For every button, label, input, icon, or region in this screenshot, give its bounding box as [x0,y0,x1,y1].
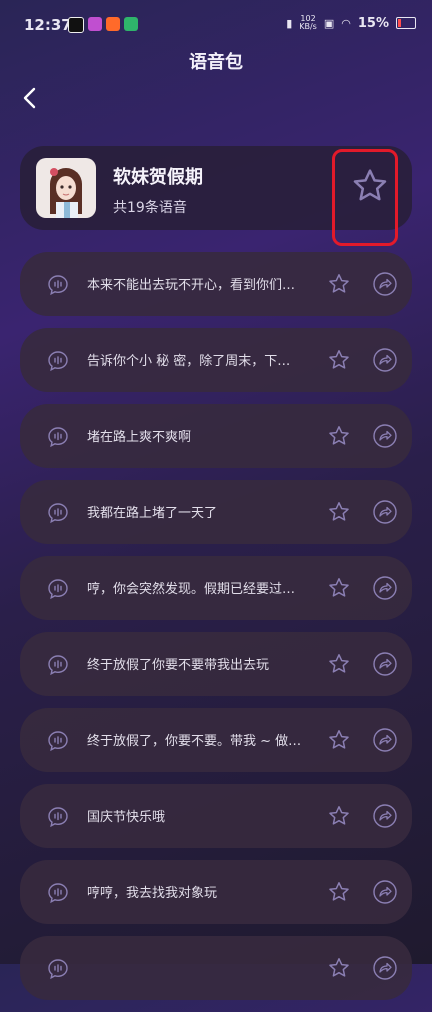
voice-text: 终于放假了你要不要带我出去玩 [87,658,270,673]
voice-bubble-icon[interactable] [46,501,70,525]
share-icon [373,652,397,676]
voice-bubble-icon[interactable] [46,653,70,677]
voice-list-item[interactable]: 我都在路上堵了一天了 [20,480,412,544]
notification-icons [68,17,138,33]
status-time: 12:37 [24,16,72,34]
voice-list-item[interactable]: 终于放假了，你要不要。带我 ~ 做… [20,708,412,772]
star-icon [329,730,349,749]
voice-text: 我都在路上堵了一天了 [87,506,218,521]
favorite-voice-button[interactable] [327,652,351,676]
star-icon [329,502,349,521]
share-icon [373,576,397,600]
share-voice-button[interactable] [372,271,398,297]
voice-list-item[interactable]: 哼哼，我去找我对象玩 [20,860,412,924]
voice-text: 本来不能出去玩不开心，看到你们… [87,278,296,293]
tiktok-icon [68,17,84,33]
pack-cover-image [36,158,96,218]
share-voice-button[interactable] [372,423,398,449]
back-button[interactable] [16,84,44,112]
status-right: ▮ 102 KB/s ▣ ◠ 15% [286,15,416,31]
voice-text: 哼哼，我去找我对象玩 [87,886,218,901]
back-icon [23,87,36,109]
voice-list-item[interactable]: 堵在路上爽不爽啊 [20,404,412,468]
voice-text: 国庆节快乐哦 [87,810,166,825]
favorite-voice-button[interactable] [327,500,351,524]
app-notification-icon [106,17,120,31]
favorite-voice-button[interactable] [327,728,351,752]
share-voice-button[interactable] [372,651,398,677]
battery-icon [396,17,416,29]
highlight-annotation [332,149,398,246]
battery-percent: 15% [357,15,389,31]
share-icon [373,348,397,372]
voice-text: 告诉你个小 秘 密，除了周末，下… [87,354,291,369]
voice-list-item[interactable]: 国庆节快乐哦 [20,784,412,848]
favorite-voice-button[interactable] [327,956,351,980]
voice-bubble-icon[interactable] [46,881,70,905]
favorite-voice-button[interactable] [327,804,351,828]
sim-icon: ▣ [323,16,335,30]
star-icon [329,958,349,977]
pack-voice-count: 共19条语音 [113,200,187,216]
app-notification-icon [88,17,102,31]
share-voice-button[interactable] [372,499,398,525]
star-icon [329,426,349,445]
app-notification-icon [124,17,138,31]
share-icon [373,880,397,904]
voice-list: 本来不能出去玩不开心，看到你们… 告诉你个小 秘 密，除了周末，下… 堵在路上爽… [20,252,412,1012]
favorite-voice-button[interactable] [327,272,351,296]
favorite-voice-button[interactable] [327,576,351,600]
voice-list-item[interactable]: 哼，你会突然发现。假期已经要过… [20,556,412,620]
share-voice-button[interactable] [372,575,398,601]
star-icon [329,806,349,825]
voice-bubble-icon[interactable] [46,805,70,829]
star-icon [329,274,349,293]
voice-bubble-icon[interactable] [46,273,70,297]
share-icon [373,728,397,752]
share-voice-button[interactable] [372,803,398,829]
voice-bubble-icon[interactable] [46,349,70,373]
voice-text: 终于放假了，你要不要。带我 ~ 做… [87,734,302,749]
page-title: 语音包 [189,52,243,73]
favorite-voice-button[interactable] [327,348,351,372]
voice-bubble-icon[interactable] [46,957,70,981]
share-voice-button[interactable] [372,955,398,981]
voice-bubble-icon[interactable] [46,729,70,753]
voice-list-item[interactable]: 告诉你个小 秘 密，除了周末，下… [20,328,412,392]
star-icon [329,350,349,369]
share-voice-button[interactable] [372,727,398,753]
favorite-voice-button[interactable] [327,880,351,904]
share-voice-button[interactable] [372,879,398,905]
pack-name: 软妹贺假期 [113,167,203,188]
share-icon [373,804,397,828]
voice-list-item[interactable] [20,936,412,1000]
vibrate-icon: ▮ [286,16,293,30]
star-icon [329,578,349,597]
share-icon [373,500,397,524]
voice-text: 堵在路上爽不爽啊 [87,430,192,445]
voice-bubble-icon[interactable] [46,577,70,601]
share-icon [373,956,397,980]
voice-bubble-icon[interactable] [46,425,70,449]
voice-list-item[interactable]: 本来不能出去玩不开心，看到你们… [20,252,412,316]
favorite-voice-button[interactable] [327,424,351,448]
status-bar: 12:37 ▮ 102 KB/s ▣ ◠ 15% [0,0,432,50]
voice-text: 哼，你会突然发现。假期已经要过… [87,582,296,597]
share-voice-button[interactable] [372,347,398,373]
star-icon [329,882,349,901]
voice-list-item[interactable]: 终于放假了你要不要带我出去玩 [20,632,412,696]
wifi-icon: ◠ [341,16,351,30]
network-speed: 102 KB/s [299,14,317,31]
star-icon [329,654,349,673]
share-icon [373,272,397,296]
share-icon [373,424,397,448]
